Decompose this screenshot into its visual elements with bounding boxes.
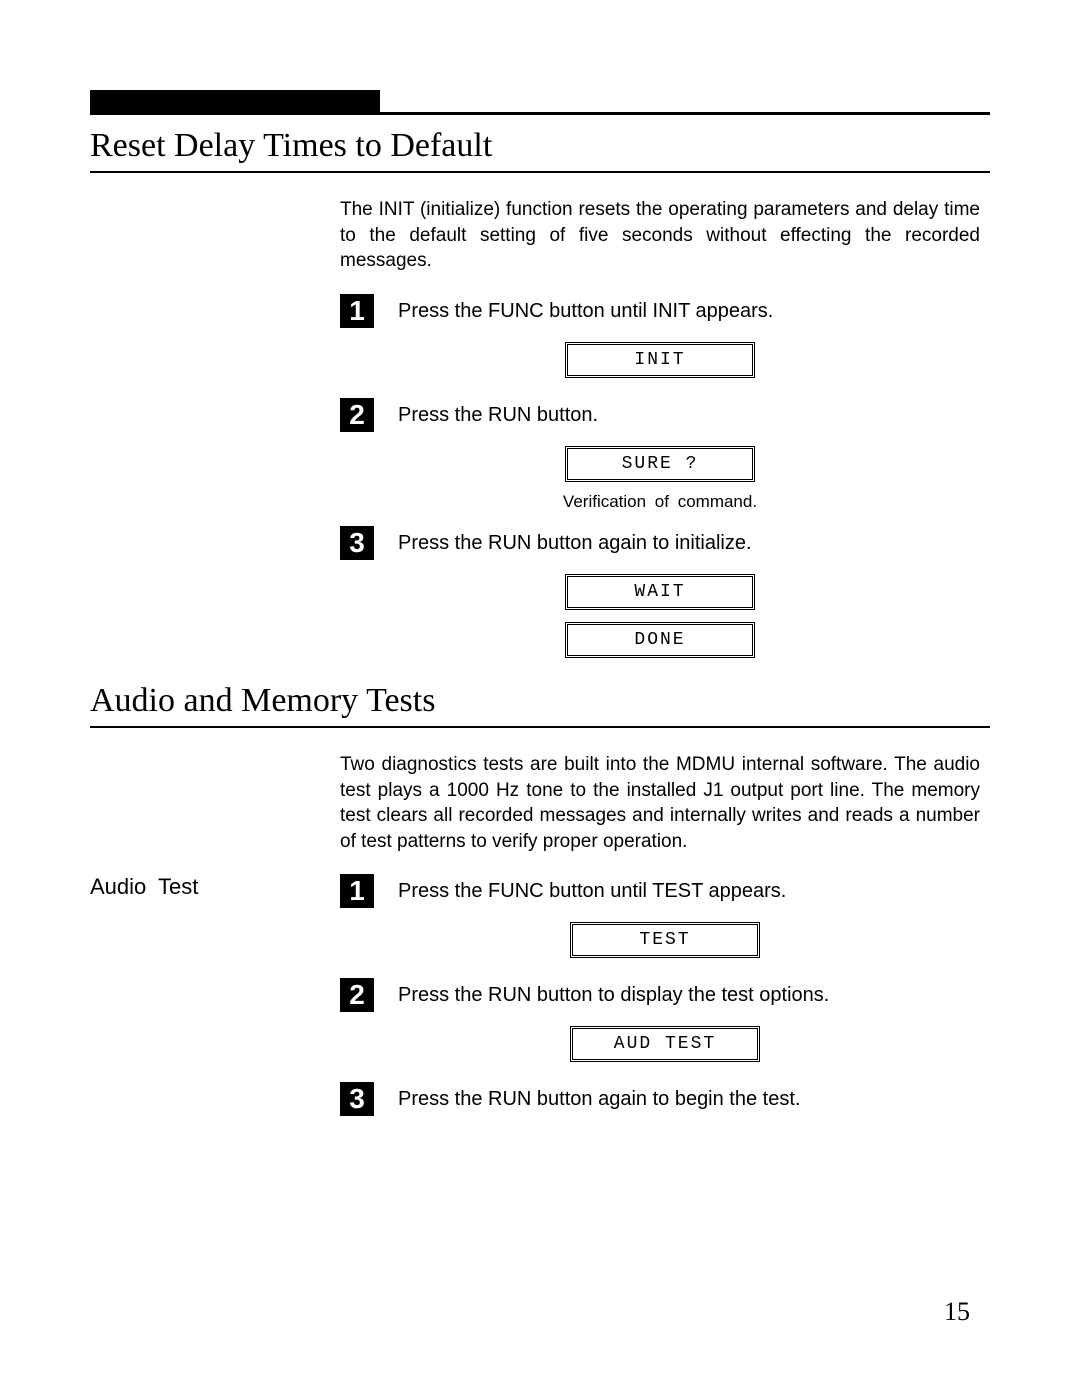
section2-step2: 2 Press the RUN button to display the te… — [340, 978, 990, 1012]
lcd-display: INIT — [565, 342, 755, 378]
step-number-icon: 1 — [340, 874, 374, 908]
step-text: Press the FUNC button until INIT appears… — [398, 294, 773, 328]
lcd-display: TEST — [570, 922, 760, 958]
step-number-icon: 3 — [340, 526, 374, 560]
lcd-display: AUD TEST — [570, 1026, 760, 1062]
header-rule — [90, 90, 990, 115]
lcd-caption: Verification of command. — [563, 492, 757, 512]
step-number-icon: 2 — [340, 398, 374, 432]
lcd-display: SURE ? — [565, 446, 755, 482]
section1-step1: 1 Press the FUNC button until INIT appea… — [340, 294, 980, 328]
lcd-display: DONE — [565, 622, 755, 658]
section1-step3: 3 Press the RUN button again to initiali… — [340, 526, 980, 560]
step-number-icon: 1 — [340, 294, 374, 328]
audio-test-subhead: Audio Test — [90, 874, 340, 900]
step-text: Press the RUN button again to begin the … — [398, 1082, 800, 1116]
section2-step3: 3 Press the RUN button again to begin th… — [340, 1082, 990, 1116]
section2-step1: 1 Press the FUNC button until TEST appea… — [340, 874, 990, 908]
step-text: Press the RUN button to display the test… — [398, 978, 829, 1012]
section1-intro: The INIT (initialize) function resets th… — [340, 197, 980, 274]
lcd-display: WAIT — [565, 574, 755, 610]
step-text: Press the RUN button. — [398, 398, 598, 432]
page-number: 15 — [944, 1297, 970, 1327]
section1-title: Reset Delay Times to Default — [90, 127, 990, 173]
step-text: Press the FUNC button until TEST appears… — [398, 874, 786, 908]
step-number-icon: 3 — [340, 1082, 374, 1116]
section2-title: Audio and Memory Tests — [90, 682, 990, 728]
section1-step2: 2 Press the RUN button. — [340, 398, 980, 432]
step-number-icon: 2 — [340, 978, 374, 1012]
section2-intro: Two diagnostics tests are built into the… — [340, 752, 980, 855]
step-text: Press the RUN button again to initialize… — [398, 526, 752, 560]
header-black-bar — [90, 90, 380, 112]
